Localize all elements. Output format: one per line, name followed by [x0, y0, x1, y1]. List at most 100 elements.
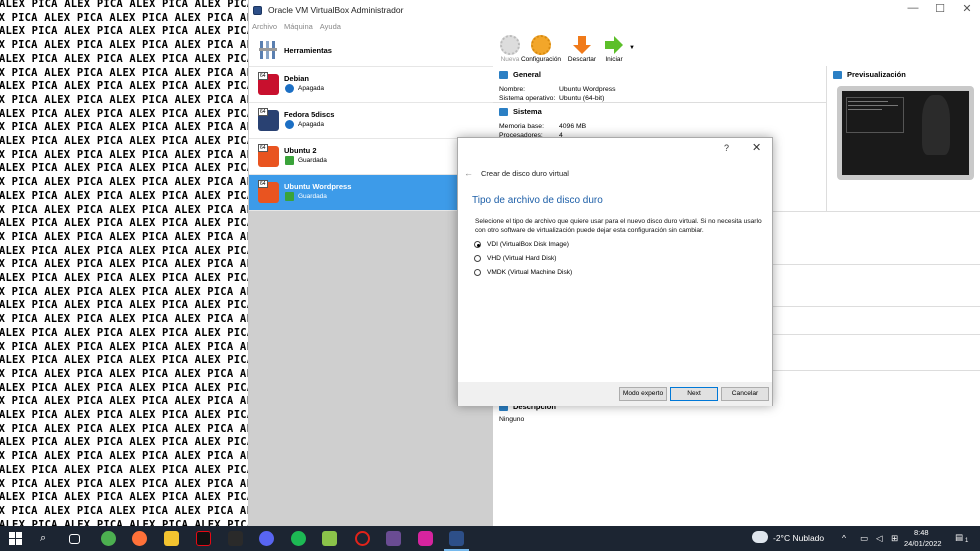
- desktop-text-line: ALEX PICA ALEX PICA ALEX PICA ALEX PICA …: [0, 11, 248, 24]
- windows-start-icon[interactable]: [9, 532, 22, 545]
- back-arrow-icon[interactable]: ←: [464, 168, 473, 178]
- epic-games-icon[interactable]: [228, 531, 243, 546]
- radio-button[interactable]: [474, 241, 481, 248]
- detail-row: Sistema operativo: Ubuntu (64-bit): [499, 95, 605, 102]
- bluestacks-icon[interactable]: [322, 531, 337, 546]
- desktop-text-line: ALEX PICA ALEX PICA ALEX PICA ALEX PICA …: [0, 121, 248, 134]
- detail-row: Memoria base: 4096 MB: [499, 123, 587, 130]
- help-button[interactable]: ?: [724, 143, 729, 153]
- cancel-button[interactable]: Cancelar: [721, 387, 769, 401]
- menu-bar: Archivo Máquina Ayuda: [249, 20, 348, 33]
- expert-mode-button[interactable]: Modo experto: [619, 387, 667, 401]
- clock-time[interactable]: 8:48: [914, 528, 929, 537]
- spotify-icon[interactable]: [291, 531, 306, 546]
- netflix-icon[interactable]: [196, 531, 211, 546]
- desktop-text-line: ALEX PICA ALEX PICA ALEX PICA ALEX PICA …: [0, 189, 248, 202]
- desktop-text-line: ALEX PICA ALEX PICA ALEX PICA ALEX PICA …: [0, 395, 248, 408]
- network-icon[interactable]: ▭: [860, 533, 868, 544]
- powered-off-icon: [285, 120, 294, 129]
- desktop-text-line: ALEX PICA ALEX PICA ALEX PICA ALEX PICA …: [0, 258, 248, 271]
- desktop-text-line: ALEX PICA ALEX PICA ALEX PICA ALEX PICA …: [0, 422, 248, 435]
- desktop-text-line: ALEX PICA ALEX PICA ALEX PICA ALEX PICA …: [0, 477, 248, 490]
- new-gear-icon: [500, 35, 520, 55]
- general-heading[interactable]: General: [513, 70, 541, 79]
- radio-button[interactable]: [474, 269, 481, 276]
- vm-name: Ubuntu Wordpress: [284, 182, 352, 191]
- general-section: General Nombre: Ubuntu Wordpress Sistema …: [493, 66, 826, 103]
- settings-label: Configuración: [520, 56, 562, 63]
- virtualbox-taskbar-icon[interactable]: [449, 531, 464, 546]
- desktop-text-line: ALEX PICA ALEX PICA ALEX PICA ALEX PICA …: [0, 93, 248, 106]
- menu-ayuda[interactable]: Ayuda: [320, 22, 341, 31]
- vm-item-fedora[interactable]: 64 Fedora 5discs Apagada: [249, 103, 493, 139]
- dialog-close-button[interactable]: ✕: [752, 141, 761, 154]
- file-explorer-icon[interactable]: [164, 531, 179, 546]
- desktop-text-line: ALEX PICA ALEX PICA ALEX PICA ALEX PICA …: [0, 217, 248, 230]
- general-icon: [499, 70, 508, 79]
- desktop-text-line: ALEX PICA ALEX PICA ALEX PICA ALEX PICA …: [0, 340, 248, 353]
- vm-item-debian[interactable]: 64 Debian Apagada: [249, 67, 493, 103]
- start-dropdown-chevron-icon[interactable]: ▼: [629, 45, 635, 51]
- powered-off-icon: [285, 84, 294, 93]
- system-heading[interactable]: Sistema: [513, 107, 542, 116]
- option-vmdk[interactable]: VMDK (Virtual Machine Disk): [474, 269, 572, 276]
- desktop-text-line: ALEX PICA ALEX PICA ALEX PICA ALEX PICA …: [0, 450, 248, 463]
- desktop-background: ALEX PICA ALEX PICA ALEX PICA ALEX PICA …: [0, 0, 248, 526]
- weather-text[interactable]: -2°C Nublado: [773, 533, 824, 543]
- desktop-text-line: ALEX PICA ALEX PICA ALEX PICA ALEX PICA …: [0, 381, 248, 394]
- search-icon[interactable]: ⌕: [40, 531, 55, 546]
- notification-count: 1: [965, 538, 969, 544]
- option-label: VDI (VirtualBox Disk Image): [487, 241, 569, 248]
- vm-arch-badge: 64: [258, 72, 268, 80]
- settings-gear-icon: [531, 35, 551, 55]
- main-toolbar: Nueva Configuración Descartar Iniciar ▼: [493, 34, 980, 66]
- cloud-weather-icon[interactable]: [752, 531, 768, 543]
- tools-label: Herramientas: [284, 46, 332, 55]
- preview-icon: [833, 70, 842, 79]
- option-vhd[interactable]: VHD (Virtual Hard Disk): [474, 255, 557, 262]
- maximize-button[interactable]: ☐: [930, 2, 950, 15]
- firefox-icon[interactable]: [132, 531, 147, 546]
- vm-name: Fedora 5discs: [284, 110, 335, 119]
- preview-heading[interactable]: Previsualización: [847, 70, 906, 79]
- menu-maquina[interactable]: Máquina: [284, 22, 313, 31]
- settings-button[interactable]: Configuración: [518, 35, 564, 63]
- language-icon[interactable]: ⊞: [891, 533, 898, 544]
- saved-state-icon: [285, 156, 294, 165]
- instagram-icon[interactable]: [418, 531, 433, 546]
- notification-icon[interactable]: ▤: [955, 532, 963, 543]
- discord-icon[interactable]: [259, 531, 274, 546]
- volume-icon[interactable]: ◁: [876, 533, 883, 544]
- desktop-text-line: ALEX PICA ALEX PICA ALEX PICA ALEX PICA …: [0, 436, 248, 449]
- option-label: VMDK (Virtual Machine Disk): [487, 269, 573, 276]
- minimize-button[interactable]: —: [903, 2, 923, 14]
- saved-state-icon: [285, 192, 294, 201]
- dialog-description: Selecione el tipo de archivo que quiere …: [475, 218, 762, 234]
- dialog-title: Crear de disco duro virtual: [481, 169, 569, 178]
- vm-state: Apagada: [298, 85, 325, 92]
- desktop-text-line: ALEX PICA ALEX PICA ALEX PICA ALEX PICA …: [0, 504, 248, 517]
- radio-button[interactable]: [474, 255, 481, 262]
- desktop-text-line: ALEX PICA ALEX PICA ALEX PICA ALEX PICA …: [0, 162, 248, 175]
- app-icon[interactable]: [386, 531, 401, 546]
- option-vdi[interactable]: VDI (VirtualBox Disk Image): [474, 241, 569, 248]
- desktop-text-line: ALEX PICA ALEX PICA ALEX PICA ALEX PICA …: [0, 244, 248, 257]
- menu-archivo[interactable]: Archivo: [252, 22, 277, 31]
- close-button[interactable]: ✕: [957, 2, 977, 15]
- desktop-text-line: ALEX PICA ALEX PICA ALEX PICA ALEX PICA …: [0, 326, 248, 339]
- title-bar[interactable]: Oracle VM VirtualBox Administrador: [249, 0, 980, 20]
- desktop-text-line: ALEX PICA ALEX PICA ALEX PICA ALEX PICA …: [0, 25, 248, 38]
- opera-icon[interactable]: [355, 531, 370, 546]
- vm-name: Ubuntu 2: [284, 146, 317, 155]
- chrome-icon[interactable]: [101, 531, 116, 546]
- next-button[interactable]: Next: [670, 387, 718, 401]
- desktop-text-line: ALEX PICA ALEX PICA ALEX PICA ALEX PICA …: [0, 313, 248, 326]
- task-view-icon[interactable]: [69, 534, 80, 544]
- clock-date[interactable]: 24/01/2022: [904, 539, 942, 548]
- desktop-text-line: ALEX PICA ALEX PICA ALEX PICA ALEX PICA …: [0, 272, 248, 284]
- tools-item[interactable]: Herramientas: [249, 34, 493, 67]
- vm-arch-badge: 64: [258, 180, 268, 188]
- desktop-text-line: ALEX PICA ALEX PICA ALEX PICA ALEX PICA …: [0, 299, 248, 312]
- start-arrow-icon: [604, 35, 624, 55]
- tray-chevron-up-icon[interactable]: ^: [842, 533, 846, 543]
